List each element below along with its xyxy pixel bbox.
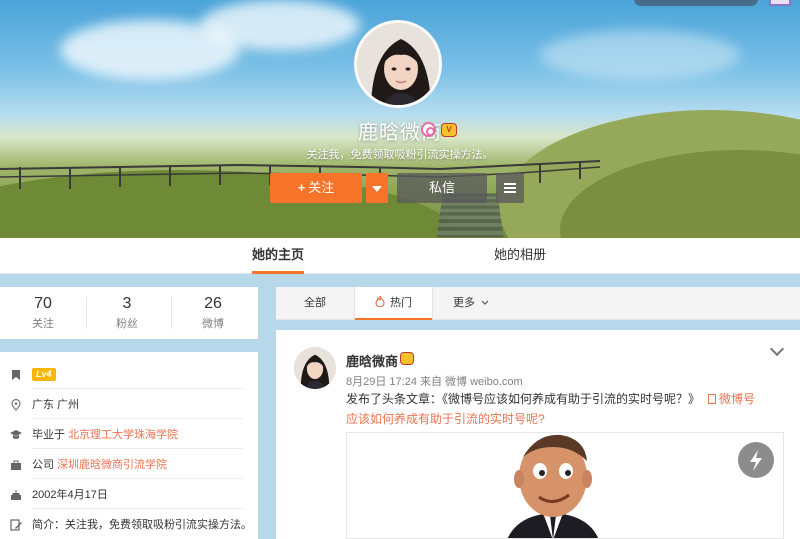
stat-value: 26: [204, 295, 222, 312]
stat-followers[interactable]: 3 粉丝: [84, 295, 170, 331]
feed-post: 鹿晗微商 8月29日 17:24 来自 微博 weibo.com 发布了头条文章…: [276, 330, 800, 539]
avatar-portrait: [357, 23, 439, 105]
filter-all[interactable]: 全部: [276, 287, 354, 320]
stat-value: 70: [34, 295, 52, 312]
profile-info-card: Lv4 广东 广州 毕业于 北京理工大学珠海学院 公司 深圳鹿晗微商引流学院 2…: [0, 352, 258, 539]
stat-posts[interactable]: 26 微博: [170, 295, 256, 331]
cartoon-businessman-illustration: [507, 434, 599, 538]
edit-icon: [10, 519, 22, 531]
post-options-chevron-icon[interactable]: [769, 341, 785, 357]
profile-tabbar: 她的主页 她的相册: [0, 238, 800, 274]
more-menu-button[interactable]: [496, 173, 524, 203]
info-company: 公司 深圳鹿晗微商引流学院: [0, 450, 258, 480]
article-icon: [708, 394, 717, 404]
follow-label: 关注: [308, 180, 335, 195]
post-meta: 8月29日 17:24 来自 微博 weibo.com: [346, 376, 523, 388]
post-image[interactable]: [346, 432, 784, 539]
article-link-part1[interactable]: 微博号: [719, 392, 755, 406]
cover-cloud: [540, 30, 740, 80]
profile-cover: 鹿晗微商 V 关注我，免费领取吸粉引流实操方法。 + 关注 私信: [0, 0, 800, 238]
feed-filter-bar: 全部 热门 更多: [276, 287, 800, 320]
lightning-icon: [750, 450, 762, 471]
post-author[interactable]: 鹿晗微商: [346, 351, 398, 370]
flame-icon: [375, 295, 385, 308]
top-search-bar[interactable]: [634, 0, 758, 6]
filter-hot-label: 热门: [390, 297, 412, 309]
verified-badge-icon[interactable]: [421, 122, 436, 137]
stat-value: 3: [122, 295, 132, 312]
top-corner-icon[interactable]: [769, 0, 791, 6]
info-level: Lv4: [0, 360, 258, 390]
stat-label: 关注: [32, 318, 54, 330]
member-badge-icon[interactable]: [400, 352, 414, 365]
company-prefix: 公司: [32, 459, 54, 471]
info-location: 广东 广州: [0, 390, 258, 420]
follow-dropdown-button[interactable]: [366, 173, 388, 203]
info-bio: 简介：关注我，免费领取吸粉引流实操方法。: [0, 510, 258, 539]
company-link[interactable]: 深圳鹿晗微商引流学院: [57, 459, 167, 471]
bookmark-icon: [12, 370, 20, 380]
tab-home[interactable]: 她的主页: [252, 238, 305, 274]
bio-prefix: 简介：: [32, 519, 65, 531]
divider: [32, 388, 244, 389]
member-badge-icon[interactable]: V: [441, 123, 457, 137]
location-text: 广东 广州: [32, 399, 80, 411]
stat-label: 粉丝: [116, 318, 138, 330]
tab-album[interactable]: 她的相册: [494, 238, 546, 274]
graduation-cap-icon: [10, 430, 22, 439]
divider: [32, 508, 244, 509]
filter-more[interactable]: 更多: [446, 287, 496, 320]
plus-icon: +: [297, 180, 306, 195]
flash-share-button[interactable]: [738, 442, 774, 478]
bio-text: 关注我，免费领取吸粉引流实操方法。: [65, 519, 252, 531]
avatar-portrait: [294, 347, 336, 389]
message-button[interactable]: 私信: [397, 173, 487, 203]
divider: [32, 478, 244, 479]
divider: [32, 448, 244, 449]
cover-cloud: [200, 0, 360, 50]
cake-icon: [11, 490, 21, 500]
article-link-part2[interactable]: 应该如何养成有助于引流的实时号呢?: [346, 412, 545, 426]
profile-avatar[interactable]: [354, 20, 442, 108]
location-pin-icon: [11, 399, 21, 411]
school-link[interactable]: 北京理工大学珠海学院: [68, 429, 178, 441]
stat-label: 微博: [202, 318, 224, 330]
profile-name: 鹿晗微商: [358, 122, 442, 144]
post-text: 发布了头条文章：《微博号应该如何养成有助于引流的实时号呢？》 微博号应该如何养成有…: [346, 389, 786, 429]
education-prefix: 毕业于: [32, 429, 65, 441]
level-badge[interactable]: Lv4: [32, 368, 56, 381]
post-text-prefix: 发布了头条文章：《微博号应该如何养成有助于引流的实时号呢？》: [346, 392, 701, 406]
filter-more-label: 更多: [452, 297, 475, 309]
post-avatar[interactable]: [294, 347, 336, 389]
chevron-down-icon: [481, 300, 489, 305]
profile-intro: 关注我，免费领取吸粉引流实操方法。: [306, 149, 494, 161]
stat-following[interactable]: 70 关注: [0, 295, 86, 331]
divider: [432, 287, 433, 320]
caret-down-icon: [372, 185, 382, 192]
filter-hot[interactable]: 热门: [355, 287, 432, 320]
info-education: 毕业于 北京理工大学珠海学院: [0, 420, 258, 450]
briefcase-icon: [11, 460, 21, 470]
birthday-text: 2002年4月17日: [32, 489, 108, 501]
follow-button[interactable]: + 关注: [270, 173, 362, 203]
divider: [32, 418, 244, 419]
stats-card: 70 关注 3 粉丝 26 微博: [0, 287, 258, 339]
info-birthday: 2002年4月17日: [0, 480, 258, 510]
